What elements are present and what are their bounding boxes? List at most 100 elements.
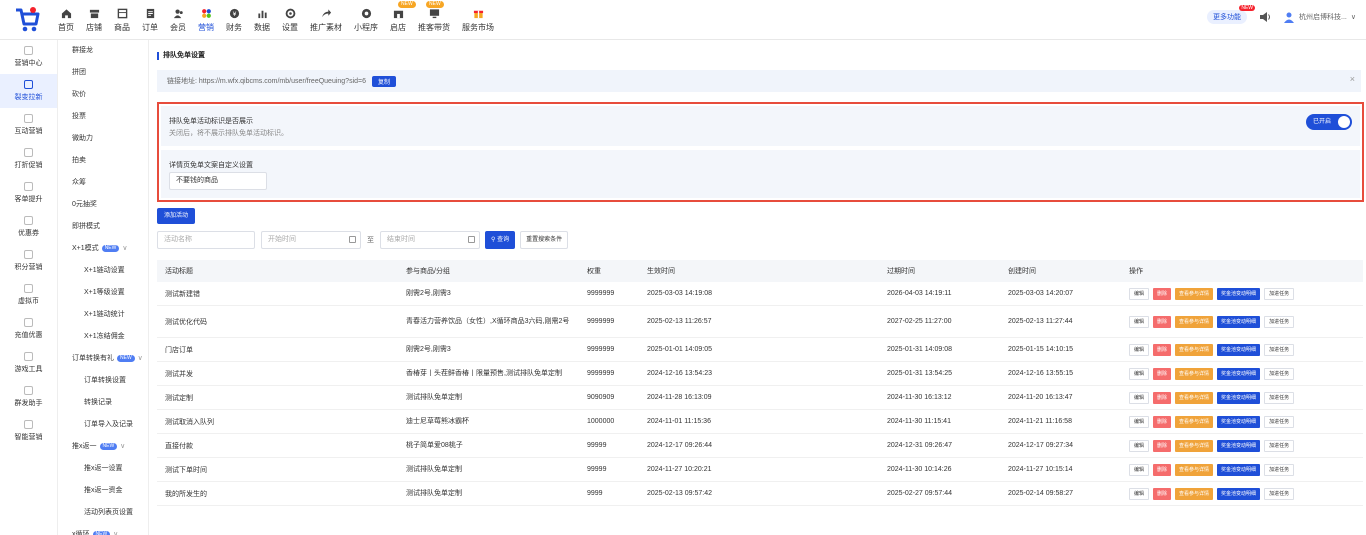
copy-link-button[interactable]: 复制: [372, 75, 397, 87]
nav-item-data[interactable]: 数据: [248, 0, 276, 40]
submenu-item[interactable]: 推x返一 NEW ∨: [58, 436, 148, 458]
sidebar-item-10[interactable]: 群发助手: [0, 380, 57, 414]
submenu-item[interactable]: 转换记录: [58, 392, 148, 414]
submenu-item[interactable]: X+1等级设置: [58, 282, 148, 304]
speaker-icon[interactable]: [1259, 11, 1271, 23]
prize-pool-detail-button[interactable]: 奖金池变动明细: [1217, 391, 1261, 404]
sidebar-item-2[interactable]: 互动营销: [0, 108, 57, 142]
nav-item-finance[interactable]: ¥ 财务: [220, 0, 248, 40]
add-task-button[interactable]: 加进任务: [1264, 391, 1295, 404]
submenu-item[interactable]: 群接龙: [58, 40, 148, 62]
add-task-button[interactable]: 加进任务: [1264, 415, 1295, 428]
edit-button[interactable]: 编辑: [1129, 487, 1150, 500]
add-task-button[interactable]: 加进任务: [1264, 315, 1295, 328]
submenu-item[interactable]: 即拼模式: [58, 216, 148, 238]
delete-button[interactable]: 删除: [1153, 463, 1172, 476]
nav-item-miniprogram[interactable]: 小程序: [348, 0, 384, 40]
submenu-item[interactable]: 活动列表页设置: [58, 502, 148, 524]
sidebar-item-7[interactable]: 虚拟币: [0, 278, 57, 312]
submenu-item[interactable]: X+1冻结佣金: [58, 326, 148, 348]
activity-name-input[interactable]: 活动名称: [157, 231, 255, 249]
delete-button[interactable]: 删除: [1153, 415, 1172, 428]
delete-button[interactable]: 删除: [1153, 487, 1172, 500]
submenu-item[interactable]: 订单导入及记录: [58, 414, 148, 436]
close-icon[interactable]: ×: [1350, 74, 1355, 84]
delete-button[interactable]: 删除: [1153, 439, 1172, 452]
add-task-button[interactable]: 加进任务: [1264, 367, 1295, 380]
sidebar-item-6[interactable]: 积分营销: [0, 244, 57, 278]
prize-pool-detail-button[interactable]: 奖金池变动明细: [1217, 439, 1261, 452]
view-participants-button[interactable]: 查看参与详情: [1175, 487, 1214, 500]
prize-pool-detail-button[interactable]: 奖金池变动明细: [1217, 367, 1261, 380]
start-time-input[interactable]: 开始时间: [261, 231, 361, 249]
nav-item-store[interactable]: 店铺: [80, 0, 108, 40]
reset-filter-button[interactable]: 重置搜索条件: [520, 231, 569, 249]
nav-item-monitor[interactable]: 推客带货 NEW: [412, 0, 456, 40]
sidebar-item-1[interactable]: 裂变拉新: [0, 74, 57, 108]
view-participants-button[interactable]: 查看参与详情: [1175, 315, 1214, 328]
edit-button[interactable]: 编辑: [1129, 367, 1150, 380]
prize-pool-detail-button[interactable]: 奖金池变动明细: [1217, 287, 1261, 300]
query-button[interactable]: ⚲ 查询: [485, 231, 516, 249]
prize-pool-detail-button[interactable]: 奖金池变动明细: [1217, 487, 1261, 500]
submenu-item[interactable]: X+1链动统计: [58, 304, 148, 326]
submenu-item[interactable]: 推x返一资金: [58, 480, 148, 502]
submenu-item[interactable]: 订单转换设置: [58, 370, 148, 392]
delete-button[interactable]: 删除: [1153, 367, 1172, 380]
view-participants-button[interactable]: 查看参与详情: [1175, 463, 1214, 476]
prize-pool-detail-button[interactable]: 奖金池变动明细: [1217, 415, 1261, 428]
nav-item-gift[interactable]: 服务市场: [456, 0, 500, 40]
add-task-button[interactable]: 加进任务: [1264, 287, 1295, 300]
add-activity-button[interactable]: 添加活动: [157, 208, 196, 224]
submenu-item[interactable]: 拼团: [58, 62, 148, 84]
submenu-item[interactable]: X+1链动设置: [58, 260, 148, 282]
nav-item-marketing[interactable]: 营销: [192, 0, 220, 40]
sidebar-item-4[interactable]: 客单提升: [0, 176, 57, 210]
prize-pool-detail-button[interactable]: 奖金池变动明细: [1217, 343, 1261, 356]
sidebar-item-3[interactable]: 打折促销: [0, 142, 57, 176]
add-task-button[interactable]: 加进任务: [1264, 343, 1295, 356]
delete-button[interactable]: 删除: [1153, 391, 1172, 404]
submenu-item[interactable]: x循环 NEW ∨: [58, 524, 148, 535]
edit-button[interactable]: 编辑: [1129, 415, 1150, 428]
view-participants-button[interactable]: 查看参与详情: [1175, 367, 1214, 380]
delete-button[interactable]: 删除: [1153, 343, 1172, 356]
sidebar-item-11[interactable]: 智能营销: [0, 414, 57, 448]
edit-button[interactable]: 编辑: [1129, 463, 1150, 476]
add-task-button[interactable]: 加进任务: [1264, 439, 1295, 452]
submenu-item[interactable]: 投票: [58, 106, 148, 128]
view-participants-button[interactable]: 查看参与详情: [1175, 415, 1214, 428]
submenu-item[interactable]: X+1模式 NEW ∨: [58, 238, 148, 260]
edit-button[interactable]: 编辑: [1129, 315, 1150, 328]
edit-button[interactable]: 编辑: [1129, 439, 1150, 452]
submenu-item[interactable]: 拍卖: [58, 150, 148, 172]
nav-item-goods[interactable]: 商品: [108, 0, 136, 40]
submenu-item[interactable]: 砍价: [58, 84, 148, 106]
submenu-item[interactable]: 推x返一设置: [58, 458, 148, 480]
nav-item-settings[interactable]: 设置: [276, 0, 304, 40]
edit-button[interactable]: 编辑: [1129, 343, 1150, 356]
company-switcher[interactable]: 杭州启博科技... ∨: [1283, 11, 1356, 23]
view-participants-button[interactable]: 查看参与详情: [1175, 343, 1214, 356]
nav-item-member[interactable]: 会员: [164, 0, 192, 40]
nav-item-share[interactable]: 推广素材: [304, 0, 348, 40]
delete-button[interactable]: 删除: [1153, 315, 1172, 328]
prize-pool-detail-button[interactable]: 奖金池变动明细: [1217, 315, 1261, 328]
display-toggle[interactable]: 已开启: [1306, 114, 1352, 130]
delete-button[interactable]: 删除: [1153, 287, 1172, 300]
view-participants-button[interactable]: 查看参与详情: [1175, 439, 1214, 452]
nav-item-shop[interactable]: 启店 NEW: [384, 0, 416, 40]
custom-text-input[interactable]: 不要钱的商品: [169, 172, 267, 190]
nav-item-order[interactable]: 订单: [136, 0, 164, 40]
sidebar-item-5[interactable]: 优惠券: [0, 210, 57, 244]
sidebar-item-9[interactable]: 游戏工具: [0, 346, 57, 380]
add-task-button[interactable]: 加进任务: [1264, 487, 1295, 500]
submenu-item[interactable]: 订单转换有礼 NEW ∨: [58, 348, 148, 370]
prize-pool-detail-button[interactable]: 奖金池变动明细: [1217, 463, 1261, 476]
end-time-input[interactable]: 结束时间: [380, 231, 480, 249]
edit-button[interactable]: 编辑: [1129, 287, 1150, 300]
submenu-item[interactable]: 众筹: [58, 172, 148, 194]
view-participants-button[interactable]: 查看参与详情: [1175, 287, 1214, 300]
view-participants-button[interactable]: 查看参与详情: [1175, 391, 1214, 404]
edit-button[interactable]: 编辑: [1129, 391, 1150, 404]
